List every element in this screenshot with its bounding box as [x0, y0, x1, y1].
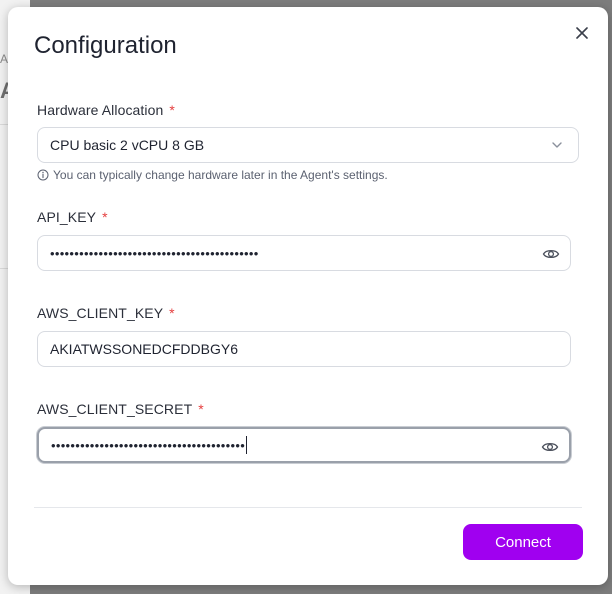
connect-button[interactable]: Connect [463, 524, 583, 560]
eye-icon[interactable] [542, 245, 560, 263]
footer-divider [34, 507, 582, 508]
hardware-allocation-label: Hardware Allocation * [37, 102, 175, 118]
api-key-input[interactable]: ••••••••••••••••••••••••••••••••••••••••… [37, 235, 571, 271]
hardware-selected-value: CPU basic 2 vCPU 8 GB [50, 137, 205, 153]
hardware-hint: You can typically change hardware later … [37, 168, 388, 182]
required-mark: * [102, 209, 108, 225]
info-icon [37, 169, 49, 181]
background-text-fragment: A [0, 52, 9, 66]
hardware-allocation-select[interactable]: CPU basic 2 vCPU 8 GB [37, 127, 579, 163]
close-icon [576, 27, 588, 39]
aws-client-secret-masked-value: •••••••••••••••••••••••••••••••••••••••• [51, 437, 246, 453]
aws-client-secret-input[interactable]: •••••••••••••••••••••••••••••••••••••••• [37, 427, 571, 463]
aws-client-key-input[interactable]: AKIATWSSONEDCFDDBGY6 [37, 331, 571, 367]
text-caret [246, 436, 248, 454]
aws-client-secret-label: AWS_CLIENT_SECRET * [37, 401, 204, 417]
required-mark: * [198, 401, 204, 417]
close-button[interactable] [572, 23, 592, 43]
aws-client-key-label: AWS_CLIENT_KEY * [37, 305, 175, 321]
configuration-dialog: Configuration Hardware Allocation * CPU b… [8, 7, 608, 585]
required-mark: * [169, 305, 175, 321]
dialog-title: Configuration [34, 32, 177, 59]
api-key-label: API_KEY * [37, 209, 108, 225]
required-mark: * [169, 102, 175, 118]
api-key-masked-value: ••••••••••••••••••••••••••••••••••••••••… [50, 245, 259, 261]
eye-icon[interactable] [541, 438, 559, 456]
hint-text: You can typically change hardware later … [53, 168, 388, 182]
aws-client-key-value: AKIATWSSONEDCFDDBGY6 [50, 341, 238, 357]
chevron-down-icon [552, 142, 562, 148]
